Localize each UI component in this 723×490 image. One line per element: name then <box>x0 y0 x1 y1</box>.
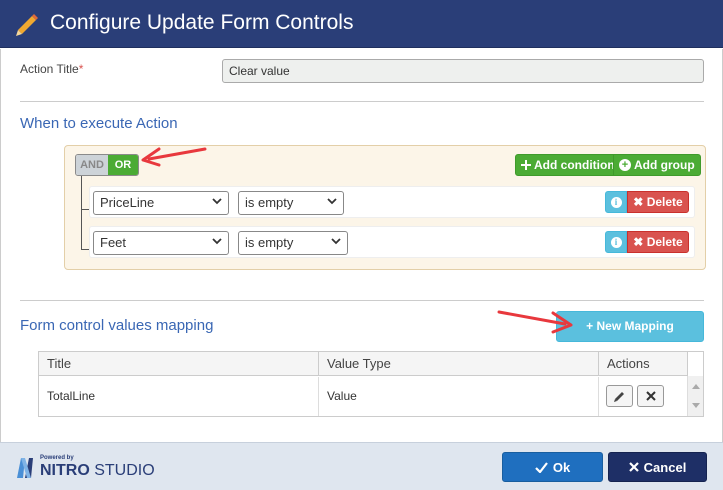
nitro-logo-icon <box>17 458 33 478</box>
rule-delete-button[interactable]: ✖ Delete <box>627 191 689 213</box>
rule-delete-button[interactable]: ✖ Delete <box>627 231 689 253</box>
annotation-arrow-icon <box>497 310 573 334</box>
add-condition-label: Add condition <box>534 158 615 172</box>
new-mapping-button[interactable]: + New Mapping <box>556 311 704 342</box>
dialog-footer: Powered by NITRO STUDIO Ok Cancel <box>0 442 723 490</box>
ok-button[interactable]: Ok <box>502 452 603 482</box>
close-icon: ✖ <box>633 235 644 249</box>
condition-rule-2: Feet is empty i ✖ Delete <box>89 226 695 258</box>
scroll-up-icon[interactable] <box>692 384 700 389</box>
divider <box>20 300 704 301</box>
close-icon <box>645 391 656 401</box>
required-mark: * <box>78 62 84 76</box>
chevron-down-icon <box>212 198 222 205</box>
column-header-title[interactable]: Title <box>39 352 319 376</box>
row-title: TotalLine <box>39 377 319 416</box>
divider <box>20 101 704 102</box>
plus-icon: + <box>586 319 594 333</box>
action-title-input[interactable] <box>222 59 704 83</box>
dialog-titlebar: Configure Update Form Controls <box>0 0 723 48</box>
and-or-toggle: AND OR <box>75 154 139 176</box>
cancel-label: Cancel <box>643 459 687 475</box>
plus-circle-icon: + <box>619 159 631 171</box>
operator-select[interactable]: is empty <box>238 231 348 255</box>
or-button[interactable]: OR <box>108 155 138 175</box>
action-title-label: Action Title* <box>20 62 84 76</box>
remove-mapping-button[interactable] <box>637 385 664 407</box>
edit-mapping-button[interactable] <box>606 385 633 407</box>
and-button[interactable]: AND <box>76 155 108 175</box>
dialog-title: Configure Update Form Controls <box>50 11 354 34</box>
scroll-down-icon[interactable] <box>692 403 700 408</box>
rule-info-button[interactable]: i <box>605 191 627 213</box>
mapping-table: Title Value Type Actions TotalLine Value <box>38 351 704 417</box>
info-icon: i <box>610 236 622 248</box>
plus-icon <box>521 160 531 170</box>
pencil-icon <box>614 391 624 402</box>
field-select-value: Feet <box>100 235 127 250</box>
rule-info-button[interactable]: i <box>605 231 627 253</box>
chevron-down-icon <box>212 238 222 245</box>
close-icon: ✖ <box>633 195 644 209</box>
ok-label: Ok <box>552 459 571 475</box>
when-section-title: When to execute Action <box>20 115 178 132</box>
info-icon: i <box>610 196 622 208</box>
mapping-section-title: Form control values mapping <box>20 317 214 334</box>
column-header-actions: Actions <box>599 352 688 376</box>
row-actions <box>599 377 688 416</box>
row-value-type: Value <box>319 377 599 416</box>
check-icon <box>535 461 548 473</box>
brand-nitro: NITRO <box>40 462 90 479</box>
pencil-icon <box>16 14 38 36</box>
operator-select-value: is empty <box>245 195 294 210</box>
brand-studio: STUDIO <box>94 462 155 479</box>
add-group-label: Add group <box>634 158 695 172</box>
field-select-value: PriceLine <box>100 195 155 210</box>
dialog-body: Action Title* When to execute Action AND… <box>0 49 723 442</box>
column-header-value-type[interactable]: Value Type <box>319 352 599 376</box>
table-row: TotalLine Value <box>39 377 688 416</box>
delete-label: Delete <box>646 235 683 249</box>
table-header: Title Value Type Actions <box>39 352 688 376</box>
field-select[interactable]: PriceLine <box>93 191 229 215</box>
add-condition-button[interactable]: Add condition <box>515 154 621 176</box>
delete-label: Delete <box>646 195 683 209</box>
new-mapping-label: New Mapping <box>596 319 674 333</box>
add-group-button[interactable]: + Add group <box>613 154 701 176</box>
operator-select-value: is empty <box>245 235 294 250</box>
tree-line <box>81 176 82 249</box>
cancel-button[interactable]: Cancel <box>608 452 707 482</box>
condition-rule-1: PriceLine is empty i ✖ Delete <box>89 186 695 218</box>
brand-powered-by: Powered by <box>40 455 74 461</box>
operator-select[interactable]: is empty <box>238 191 344 215</box>
chevron-down-icon <box>331 238 341 245</box>
close-icon <box>628 462 639 472</box>
brand-name: NITRO STUDIO <box>40 462 155 480</box>
chevron-down-icon <box>327 198 337 205</box>
table-scrollbar[interactable] <box>687 376 703 416</box>
annotation-arrow-icon <box>141 147 207 167</box>
field-select[interactable]: Feet <box>93 231 229 255</box>
